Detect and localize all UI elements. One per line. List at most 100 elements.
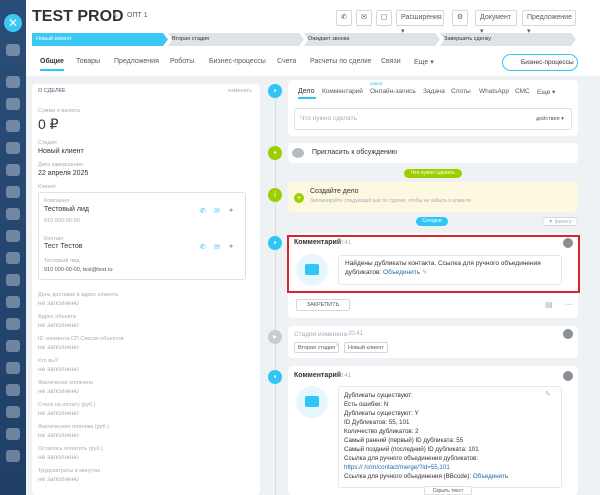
mail-icon[interactable]: ✉ bbox=[214, 243, 220, 251]
gear-icon[interactable]: ⚙ bbox=[452, 10, 468, 26]
stage-second[interactable]: Вторая стадия bbox=[168, 33, 304, 46]
field-value: не заполнено bbox=[38, 388, 79, 395]
tasks-icon[interactable] bbox=[6, 164, 20, 176]
sites-icon[interactable] bbox=[6, 186, 20, 198]
tl-tab-slots[interactable]: Слоты bbox=[451, 88, 471, 95]
tl-tab-comment[interactable]: Комментарий bbox=[322, 88, 363, 95]
filter-button[interactable]: ▼ фильтр bbox=[542, 217, 578, 226]
app-rail: ✕ bbox=[0, 0, 26, 495]
tl-tab-booking[interactable]: Онлайн-запись bbox=[370, 88, 416, 95]
note-icon[interactable]: ▤ bbox=[545, 300, 553, 309]
field-value: не заполнено bbox=[38, 322, 79, 329]
crm-icon[interactable] bbox=[6, 142, 20, 154]
tab-offers[interactable]: Предложения bbox=[114, 58, 159, 65]
tl-tab-underline bbox=[298, 97, 316, 99]
merge-link[interactable]: Объединить bbox=[473, 473, 508, 480]
comment-time: 20:41 bbox=[336, 373, 352, 379]
actions-label: действия bbox=[536, 116, 560, 122]
sum-value: 0 ₽ bbox=[38, 116, 59, 132]
comment-line: Самый ранний (первый) ID дубликата: 55 bbox=[344, 437, 464, 444]
chat-icon[interactable] bbox=[6, 76, 20, 88]
edit-icon[interactable]: ✎ bbox=[113, 12, 119, 20]
tab-invoices[interactable]: Счета bbox=[277, 58, 296, 65]
feed-icon[interactable] bbox=[6, 230, 20, 242]
stage-value: Новый клиент bbox=[38, 148, 84, 155]
tab-more[interactable]: Еще ▾ bbox=[414, 58, 434, 66]
contact-name[interactable]: Тест Тестов bbox=[44, 243, 82, 250]
pin-button[interactable]: ЗАКРЕПИТЬ bbox=[296, 299, 350, 311]
close-icon[interactable]: ✕ bbox=[4, 14, 22, 32]
tl-tab-task[interactable]: Задача bbox=[423, 88, 445, 95]
lead-info: 910 000-00-00, test@test.ru bbox=[44, 267, 113, 273]
tl-tab-activity[interactable]: Дело bbox=[298, 88, 314, 95]
field-value: не заполнено bbox=[38, 366, 79, 373]
tab-links[interactable]: Связи bbox=[381, 58, 401, 65]
create-subtitle: Запланируйте следующий шаг по сделке, чт… bbox=[310, 198, 472, 204]
market-icon[interactable] bbox=[6, 318, 20, 330]
hide-text-button[interactable]: Скрыть текст bbox=[424, 486, 472, 495]
comment-icon: ▪ bbox=[268, 236, 282, 250]
shop-icon[interactable] bbox=[6, 208, 20, 220]
plus-icon[interactable]: + bbox=[294, 193, 304, 203]
drive-icon[interactable] bbox=[6, 428, 20, 440]
mail-icon[interactable]: ✉ bbox=[214, 207, 220, 215]
disk-icon[interactable] bbox=[6, 120, 20, 132]
field-value: не заполнено bbox=[38, 432, 79, 439]
settings-icon[interactable] bbox=[6, 340, 20, 352]
invite-text[interactable]: Пригласить к обсуждению bbox=[312, 149, 397, 156]
bp-button[interactable]: Бизнес-процессы bbox=[502, 54, 578, 71]
comment-line: Самый поздний (последний) ID дубликата: … bbox=[344, 446, 479, 453]
comment-line: Есть ошибки: N bbox=[344, 401, 389, 408]
chat-icon[interactable]: ● bbox=[229, 243, 233, 250]
field-label: Осталось оплатить (руб.) bbox=[38, 446, 103, 452]
tab-business-processes[interactable]: Бизнес-процессы bbox=[209, 58, 266, 65]
mail-icon[interactable]: ✉ bbox=[356, 10, 372, 26]
message-icon[interactable]: ▢ bbox=[376, 10, 392, 26]
field-label: ID элемента СП Список объектов bbox=[38, 336, 124, 342]
tl-tab-whatsapp[interactable]: WhatsApp bbox=[479, 88, 509, 95]
actions-dropdown[interactable]: действия ▾ bbox=[536, 116, 564, 122]
create-title[interactable]: Создайте дело bbox=[310, 188, 359, 195]
stage-new-client[interactable]: Новый клиент bbox=[32, 33, 168, 46]
offer-label: Предложение bbox=[527, 14, 572, 21]
merge-url-link[interactable]: https:// /crm/contact/merge/?id=55,101 bbox=[344, 463, 558, 472]
document-button[interactable]: Документ ▾ bbox=[475, 10, 517, 35]
stage-change-time: 20:41 bbox=[348, 331, 364, 337]
more-icon[interactable]: ⋯ bbox=[565, 300, 573, 309]
bbcode-label: Ссылка для ручного объединения (BBcode): bbox=[344, 473, 472, 480]
highlight-box bbox=[287, 235, 580, 293]
phone-icon[interactable]: ✆ bbox=[200, 207, 206, 215]
contacts-icon[interactable] bbox=[6, 406, 20, 418]
bell-icon[interactable] bbox=[6, 450, 20, 462]
stage-finish[interactable]: Завершить сделку bbox=[440, 33, 576, 46]
chat-icon[interactable]: ● bbox=[229, 207, 233, 214]
avatar bbox=[292, 148, 304, 158]
category-tag[interactable]: ОПТ 1 bbox=[127, 12, 148, 19]
tl-tab-more[interactable]: Еще ▾ bbox=[537, 88, 555, 96]
company-phone: 910 000-00-00 bbox=[44, 218, 80, 224]
field-value: не заполнено bbox=[38, 344, 79, 351]
tab-robots[interactable]: Роботы bbox=[170, 58, 194, 65]
stage-waiting-call[interactable]: Ожидает звонка bbox=[304, 33, 440, 46]
offer-button[interactable]: Предложение ▾ bbox=[522, 10, 576, 35]
company-icon[interactable] bbox=[6, 274, 20, 286]
help-icon[interactable] bbox=[6, 362, 20, 374]
edit-link[interactable]: изменить bbox=[228, 88, 252, 94]
phone-icon[interactable]: ✆ bbox=[200, 243, 206, 251]
phone-icon[interactable]: ✆ bbox=[336, 10, 352, 26]
menu-icon[interactable] bbox=[6, 44, 20, 56]
extensions-button[interactable]: Расширения ▾ bbox=[396, 10, 444, 35]
field-label: Трудозатраты в минутах bbox=[38, 468, 101, 474]
tl-tab-sms[interactable]: СМС bbox=[515, 88, 530, 95]
company-name[interactable]: Тестовый лид bbox=[44, 206, 89, 213]
apps-icon[interactable] bbox=[6, 384, 20, 396]
comment-line: Дубликаты существуют: Y bbox=[344, 410, 419, 417]
groups-icon[interactable] bbox=[6, 252, 20, 264]
comment-line: ID Дубликатов: 55, 101 bbox=[344, 419, 410, 426]
tab-products[interactable]: Товары bbox=[76, 58, 100, 65]
automation-icon[interactable] bbox=[6, 296, 20, 308]
tab-general[interactable]: Общие bbox=[40, 58, 64, 65]
calendar-icon[interactable] bbox=[6, 98, 20, 110]
avatar bbox=[563, 329, 573, 339]
tab-deal-payments[interactable]: Расчеты по сделке bbox=[310, 58, 371, 65]
